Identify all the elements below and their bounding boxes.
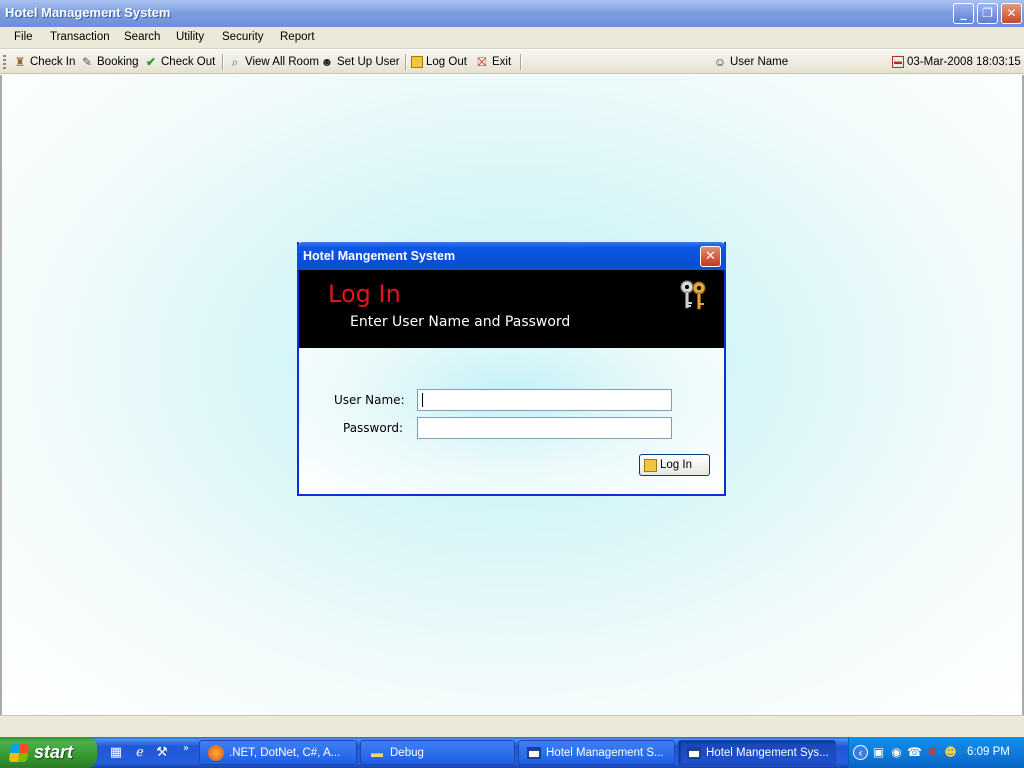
taskbar-item-debug[interactable]: ▬ Debug <box>360 740 515 765</box>
start-label: start <box>34 742 74 762</box>
taskbar-item-label: Hotel Management S... <box>546 746 664 759</box>
check-out-button[interactable]: ✔ Check Out <box>144 54 215 70</box>
windows-flag-icon <box>8 743 30 762</box>
menu-bar: File Transaction Search Utility Security… <box>0 27 1024 49</box>
user-icon: ☻ <box>320 55 334 69</box>
taskbar-item-label: Hotel Mangement Sys... <box>706 746 829 759</box>
set-up-user-button[interactable]: ☻ Set Up User <box>320 54 400 70</box>
dialog-title: Hotel Mangement System <box>303 249 456 263</box>
ie-icon[interactable]: ℯ <box>132 745 148 761</box>
booking-label: Booking <box>97 56 139 68</box>
check-in-label: Check In <box>30 56 76 68</box>
menu-transaction[interactable]: Transaction <box>50 31 110 43</box>
folder-icon: ▬ <box>371 745 383 760</box>
window-icon <box>527 746 541 759</box>
status-bar <box>0 715 1024 737</box>
check-out-label: Check Out <box>161 56 216 68</box>
taskbar-item-hotel-main[interactable]: Hotel Management S... <box>518 740 675 765</box>
system-tray: ‹ ▣ ◉ ☎ K ☻ 6:09 PM <box>848 737 1024 768</box>
check-in-button[interactable]: ♜ Check In <box>13 54 76 70</box>
datetime-label: 03-Mar-2008 18:03:15 <box>907 56 1021 68</box>
password-label: Password: <box>343 421 404 435</box>
login-dialog: Hotel Mangement System ✕ Log In Enter Us… <box>297 242 726 496</box>
taskbar: start ▦ ℯ ⚒ » .NET, DotNet, C#, A... ▬ D… <box>0 737 1024 768</box>
close-button[interactable]: ✕ <box>1001 3 1022 24</box>
calendar-icon: ▬ <box>892 56 904 68</box>
toolbar-grip[interactable] <box>3 55 6 69</box>
login-banner: Log In Enter User Name and Password <box>299 270 724 348</box>
booking-button[interactable]: ✎ Booking <box>80 54 139 70</box>
booking-icon: ✎ <box>81 55 93 69</box>
login-form: User Name: Password: Log In <box>299 348 724 494</box>
maximize-button[interactable]: ❐ <box>977 3 998 24</box>
phone-icon[interactable]: ☎ <box>907 745 922 760</box>
exit-icon: ⛝ <box>477 55 487 69</box>
current-user-label: User Name <box>730 56 789 68</box>
taskbar-item-browser[interactable]: .NET, DotNet, C#, A... <box>199 740 357 765</box>
keys-icon <box>680 280 706 310</box>
dialog-title-bar[interactable]: Hotel Mangement System ✕ <box>297 242 726 270</box>
toolbar-separator <box>222 54 223 70</box>
exit-button[interactable]: ⛝ Exit <box>475 54 511 70</box>
menu-security[interactable]: Security <box>222 31 264 43</box>
window-title: Hotel Management System <box>5 5 171 20</box>
log-out-label: Log Out <box>426 56 467 68</box>
log-out-button[interactable]: Log Out <box>411 54 467 70</box>
network-icon[interactable]: ▣ <box>871 745 886 760</box>
login-heading: Log In <box>328 280 401 308</box>
magnifier-icon: ⌕ <box>231 55 239 69</box>
tray-clock: 6:09 PM <box>967 746 1010 758</box>
menu-search[interactable]: Search <box>124 31 160 43</box>
menu-utility[interactable]: Utility <box>176 31 204 43</box>
messenger-icon[interactable]: ☻ <box>943 745 958 760</box>
taskbar-item-hotel-login[interactable]: Hotel Mangement Sys... <box>678 740 836 765</box>
login-icon <box>644 458 657 472</box>
view-all-room-button[interactable]: ⌕ View All Room <box>228 54 319 70</box>
toolbar-separator <box>405 54 406 70</box>
checkmark-icon: ✔ <box>145 55 157 69</box>
set-up-user-label: Set Up User <box>337 56 400 68</box>
firefox-icon <box>208 744 224 761</box>
minimize-button[interactable]: _ <box>953 3 974 24</box>
users-icon: ☺ <box>713 55 727 69</box>
quicklaunch-more-icon[interactable]: » <box>178 741 194 757</box>
password-input[interactable] <box>417 417 672 439</box>
login-button-label: Log In <box>660 459 692 471</box>
toolbar-separator <box>520 54 521 70</box>
chevron-left-icon[interactable]: ‹ <box>853 745 868 760</box>
toolbar: ♜ Check In ✎ Booking ✔ Check Out ⌕ View … <box>0 50 1024 74</box>
datetime-display: ▬ 03-Mar-2008 18:03:15 <box>892 54 1021 70</box>
window-title-bar[interactable]: Hotel Management System _ ❐ ✕ <box>0 0 1024 27</box>
current-user: ☺ User Name <box>713 54 788 70</box>
quicklaunch-app-icon[interactable]: ▦ <box>108 745 124 761</box>
dialog-close-button[interactable]: ✕ <box>700 246 721 267</box>
exit-label: Exit <box>492 56 512 68</box>
log-out-icon <box>411 56 423 68</box>
menu-report[interactable]: Report <box>280 31 315 43</box>
taskbar-item-label: .NET, DotNet, C#, A... <box>229 746 341 759</box>
quicklaunch-tool-icon[interactable]: ⚒ <box>154 745 170 761</box>
username-input[interactable] <box>417 389 672 411</box>
check-in-icon: ♜ <box>14 55 26 69</box>
menu-file[interactable]: File <box>14 31 33 43</box>
taskbar-item-label: Debug <box>390 746 424 759</box>
start-button[interactable]: start <box>0 737 97 768</box>
audio-icon[interactable]: ◉ <box>889 745 904 760</box>
username-label: User Name: <box>334 393 405 407</box>
login-button[interactable]: Log In <box>639 454 710 476</box>
window-icon <box>687 746 701 759</box>
text-caret <box>422 393 423 407</box>
view-all-room-label: View All Room <box>245 56 319 68</box>
login-subheading: Enter User Name and Password <box>350 314 571 330</box>
antivirus-icon[interactable]: K <box>925 745 940 760</box>
